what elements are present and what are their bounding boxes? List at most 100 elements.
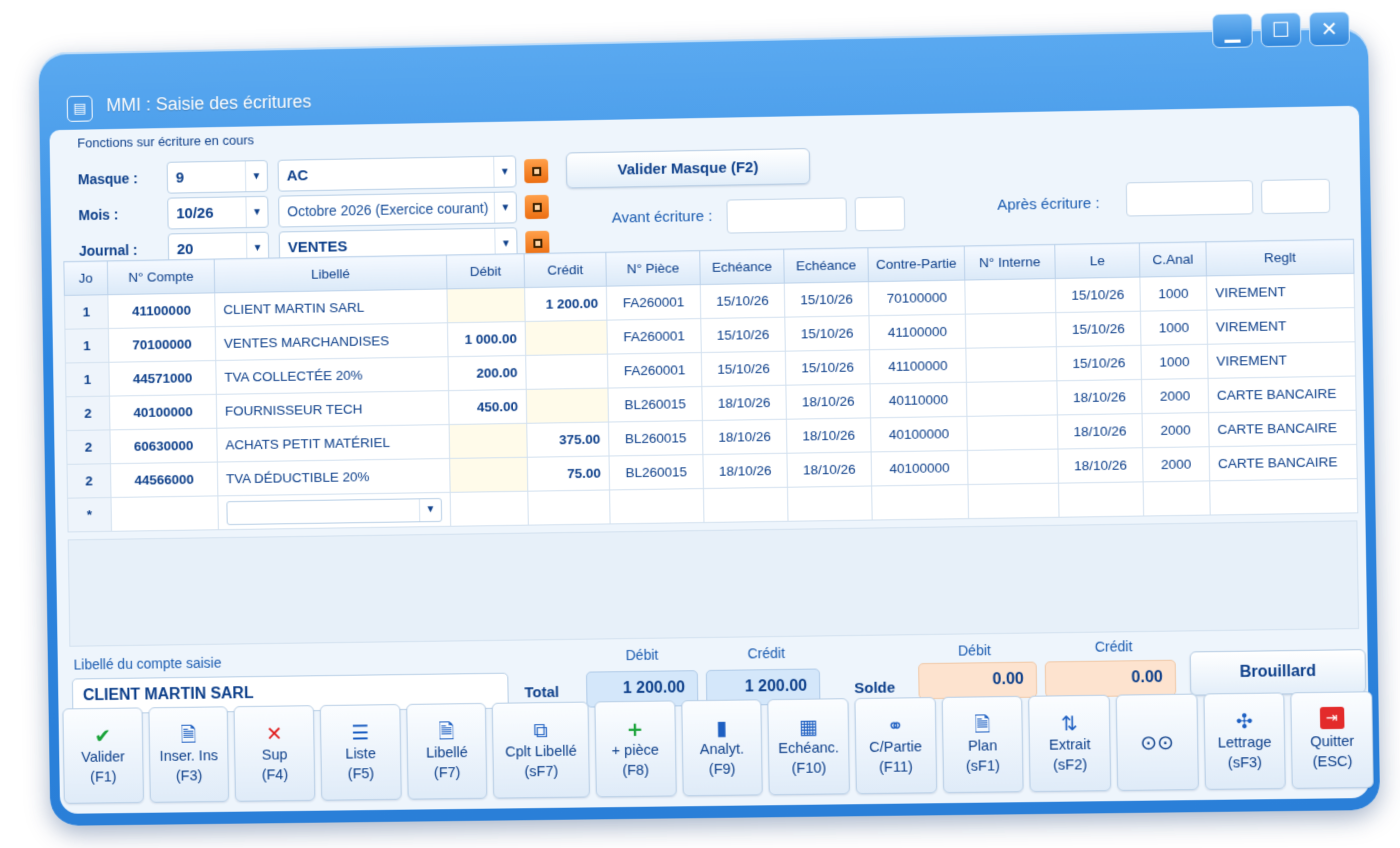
- cell-interne[interactable]: [967, 449, 1058, 484]
- cell-credit[interactable]: 75.00: [527, 456, 609, 491]
- inser-ins-button[interactable]: 🗎 Inser. Ins (F3): [148, 706, 229, 803]
- cell-reglt[interactable]: CARTE BANCAIRE: [1209, 410, 1357, 446]
- cell-contre-partie[interactable]: 40100000: [871, 416, 968, 452]
- cell-le[interactable]: 18/10/26: [1058, 448, 1143, 483]
- valider-button[interactable]: ✔ Valider (F1): [62, 707, 143, 803]
- chevron-down-icon[interactable]: ▼: [493, 156, 515, 186]
- masque-code-select[interactable]: 9 ▼: [167, 160, 269, 194]
- cplt-libelle-button[interactable]: ⧉ Cplt Libellé (sF7): [492, 702, 590, 799]
- cell-echeance-2[interactable]: 15/10/26: [784, 282, 869, 317]
- cell-echeance-2[interactable]: 15/10/26: [785, 350, 870, 385]
- cell-echeance-2[interactable]: 18/10/26: [786, 418, 871, 453]
- cell-compte[interactable]: 70100000: [108, 327, 215, 363]
- cell-compte[interactable]: 44571000: [109, 361, 216, 397]
- mois-select[interactable]: 10/26 ▼: [167, 196, 269, 230]
- quitter-button[interactable]: ⇥ Quitter (ESC): [1291, 691, 1374, 789]
- cell-credit[interactable]: 1 200.00: [525, 286, 607, 321]
- libelle-button[interactable]: 🗎 Libellé (F7): [406, 703, 488, 800]
- cell-libelle[interactable]: VENTES MARCHANDISES: [215, 323, 448, 361]
- cell-libelle[interactable]: TVA COLLECTÉE 20%: [216, 357, 449, 395]
- apres-ecriture-field[interactable]: [1126, 180, 1254, 216]
- liste-button[interactable]: ☰ Liste (F5): [320, 704, 402, 801]
- cell-jo[interactable]: 1: [64, 295, 108, 330]
- masque-name-select[interactable]: AC ▼: [278, 155, 517, 191]
- cell-canal[interactable]: 2000: [1143, 447, 1210, 482]
- libelle-select[interactable]: ▼: [226, 497, 442, 524]
- col-libelle[interactable]: Libellé: [214, 255, 447, 293]
- plan-button[interactable]: 🗎 Plan (sF1): [941, 696, 1024, 793]
- cell-libelle[interactable]: FOURNISSEUR TECH: [216, 391, 449, 429]
- echeanc-button[interactable]: ▦ Echéanc. (F10): [768, 698, 850, 795]
- cell-contre-partie[interactable]: 40110000: [870, 382, 967, 418]
- avant-ecriture-field[interactable]: [726, 197, 847, 233]
- cell-piece[interactable]: FA260001: [607, 353, 701, 389]
- cell-credit[interactable]: [526, 354, 608, 389]
- cell-reglt[interactable]: VIREMENT: [1206, 273, 1354, 310]
- extrait-button[interactable]: ⇅ Extrait (sF2): [1028, 695, 1111, 792]
- new-cell-credit[interactable]: [528, 490, 610, 525]
- cell-jo[interactable]: 2: [66, 396, 110, 430]
- lettrage-button[interactable]: ✣ Lettrage (sF3): [1203, 692, 1286, 790]
- cell-contre-partie[interactable]: 70100000: [868, 280, 965, 316]
- grid-empty-area[interactable]: [68, 520, 1359, 646]
- cell-le[interactable]: 15/10/26: [1055, 277, 1140, 313]
- new-cell-echeance-2[interactable]: [787, 486, 872, 521]
- new-cell-piece[interactable]: [610, 489, 704, 524]
- col-reglt[interactable]: Reglt: [1206, 239, 1354, 276]
- col-echeance-1[interactable]: Echéance: [700, 249, 785, 284]
- cell-canal[interactable]: 1000: [1140, 310, 1207, 345]
- cell-le[interactable]: 15/10/26: [1056, 345, 1141, 381]
- cell-le[interactable]: 18/10/26: [1057, 414, 1142, 449]
- cell-echeance-2[interactable]: 15/10/26: [785, 316, 870, 351]
- new-cell-reglt[interactable]: [1210, 479, 1358, 515]
- cell-echeance-1[interactable]: 15/10/26: [701, 351, 786, 386]
- minimize-button[interactable]: ▁: [1212, 13, 1253, 48]
- cell-piece[interactable]: BL260015: [608, 421, 702, 456]
- cell-compte[interactable]: 41100000: [108, 293, 215, 329]
- avant-ecriture-field-2[interactable]: [855, 196, 906, 231]
- brouillard-button[interactable]: Brouillard: [1190, 649, 1367, 696]
- cell-canal[interactable]: 2000: [1141, 378, 1208, 413]
- col-debit[interactable]: Débit: [446, 254, 524, 289]
- cell-jo[interactable]: 1: [65, 362, 109, 397]
- maximize-button[interactable]: ☐: [1260, 12, 1301, 47]
- cell-interne[interactable]: [966, 347, 1057, 383]
- cell-echeance-1[interactable]: 18/10/26: [702, 419, 787, 454]
- new-cell-canal[interactable]: [1143, 481, 1210, 516]
- close-button[interactable]: ✕: [1309, 11, 1350, 46]
- cell-compte[interactable]: 44566000: [110, 462, 217, 497]
- search-button[interactable]: ⊙⊙: [1116, 694, 1199, 791]
- cell-echeance-1[interactable]: 18/10/26: [702, 385, 787, 420]
- cell-canal[interactable]: 2000: [1142, 413, 1209, 448]
- cell-echeance-1[interactable]: 18/10/26: [703, 453, 788, 488]
- apres-ecriture-field-2[interactable]: [1261, 179, 1330, 214]
- cell-piece[interactable]: BL260015: [609, 455, 703, 490]
- col-interne[interactable]: N° Interne: [964, 244, 1055, 280]
- cell-echeance-2[interactable]: 18/10/26: [786, 384, 871, 419]
- cell-interne[interactable]: [965, 278, 1056, 314]
- new-cell-libelle[interactable]: ▼: [218, 492, 451, 529]
- cell-debit[interactable]: 1 000.00: [447, 322, 525, 357]
- cell-libelle[interactable]: TVA DÉDUCTIBLE 20%: [217, 458, 450, 495]
- sup-button[interactable]: ✕ Sup (F4): [234, 705, 315, 802]
- cell-contre-partie[interactable]: 41100000: [869, 314, 966, 350]
- cell-debit[interactable]: 200.00: [448, 355, 526, 390]
- cell-interne[interactable]: [965, 313, 1056, 349]
- journal-option-button[interactable]: [525, 231, 549, 255]
- cell-libelle[interactable]: CLIENT MARTIN SARL: [215, 289, 448, 327]
- cell-canal[interactable]: 1000: [1140, 276, 1207, 311]
- cell-jo[interactable]: 2: [66, 430, 110, 464]
- new-cell-compte[interactable]: [111, 496, 218, 531]
- cell-le[interactable]: 18/10/26: [1057, 379, 1142, 414]
- cell-debit[interactable]: [450, 457, 528, 492]
- cell-echeance-2[interactable]: 18/10/26: [787, 452, 872, 487]
- cell-piece[interactable]: FA260001: [607, 319, 701, 355]
- contre-partie-button[interactable]: ⚭ C/Partie (F11): [854, 697, 936, 794]
- cell-contre-partie[interactable]: 40100000: [871, 450, 968, 486]
- chevron-down-icon[interactable]: ▼: [245, 197, 267, 227]
- col-contre-partie[interactable]: Contre-Partie: [868, 246, 965, 282]
- masque-option-button[interactable]: [524, 159, 548, 183]
- col-piece[interactable]: N° Pièce: [606, 251, 700, 287]
- cell-credit[interactable]: 375.00: [527, 422, 609, 457]
- new-cell-le[interactable]: [1058, 482, 1143, 517]
